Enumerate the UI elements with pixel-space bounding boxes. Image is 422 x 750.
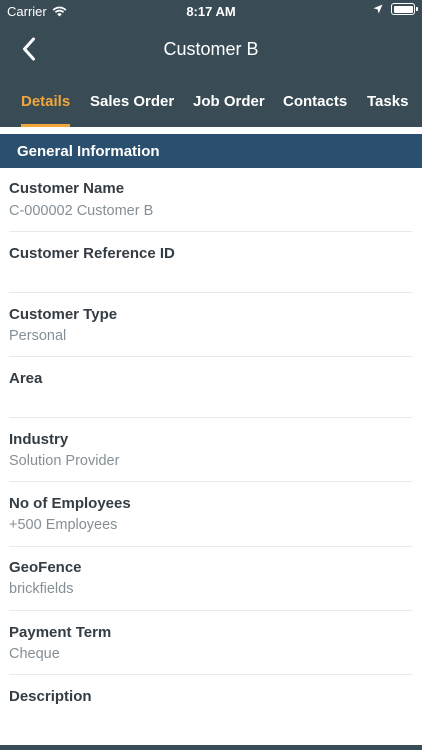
page-title: Customer B	[163, 39, 259, 59]
field-value: C-000002 Customer B	[9, 203, 154, 219]
status-right-icons	[373, 3, 418, 15]
status-time: 8:17 AM	[186, 4, 236, 19]
field-value: Solution Provider	[9, 453, 120, 469]
field-value: brickfields	[9, 581, 74, 597]
field-label: Customer Name	[9, 180, 125, 197]
field-label: Description	[9, 688, 92, 705]
field-divider	[9, 356, 412, 357]
field-divider	[9, 292, 412, 293]
app-header: Carrier 8:17 AM Customer B Details Sales…	[0, 0, 422, 127]
tab-contacts-label: Contacts	[283, 93, 348, 110]
field-value: Cheque	[9, 646, 60, 662]
tab-job-order[interactable]: Job Order	[193, 86, 265, 127]
navigation-bar: Customer B	[0, 22, 422, 78]
location-arrow-icon	[373, 4, 383, 14]
field-divider	[9, 417, 412, 418]
field-divider	[9, 481, 412, 482]
field-value: Personal	[9, 328, 67, 344]
chevron-left-icon	[23, 37, 35, 61]
tab-tasks[interactable]: Tasks	[367, 86, 408, 127]
field-divider	[9, 674, 412, 675]
tab-sales-order-label: Sales Order	[90, 93, 175, 110]
field-divider	[9, 546, 412, 547]
status-bar: Carrier 8:17 AM	[0, 0, 422, 22]
tab-tasks-label: Tasks	[367, 93, 409, 110]
field-label: Customer Reference ID	[9, 245, 175, 262]
field-label: Payment Term	[9, 624, 112, 641]
tab-job-order-label: Job Order	[193, 93, 265, 110]
field-label: Customer Type	[9, 306, 118, 323]
tab-details-label: Details	[21, 93, 71, 110]
tab-bar: Details Sales Order Job Order Contacts T…	[0, 86, 422, 127]
field-label: No of Employees	[9, 495, 131, 512]
field-value: +500 Employees	[9, 517, 118, 533]
field-divider	[9, 231, 412, 232]
field-label: Industry	[9, 431, 69, 448]
battery-icon	[391, 3, 418, 15]
bottom-bar-edge	[0, 745, 422, 750]
tab-sales-order[interactable]: Sales Order	[90, 86, 174, 127]
field-divider	[9, 610, 412, 611]
active-tab-indicator	[21, 124, 71, 127]
tab-contacts[interactable]: Contacts	[283, 86, 347, 127]
field-label: GeoFence	[9, 559, 82, 576]
field-label: Area	[9, 370, 43, 387]
section-header-general-information: General Information	[0, 134, 422, 168]
section-title: General Information	[17, 143, 160, 160]
tab-details[interactable]: Details	[21, 86, 71, 127]
back-button[interactable]	[12, 32, 46, 66]
